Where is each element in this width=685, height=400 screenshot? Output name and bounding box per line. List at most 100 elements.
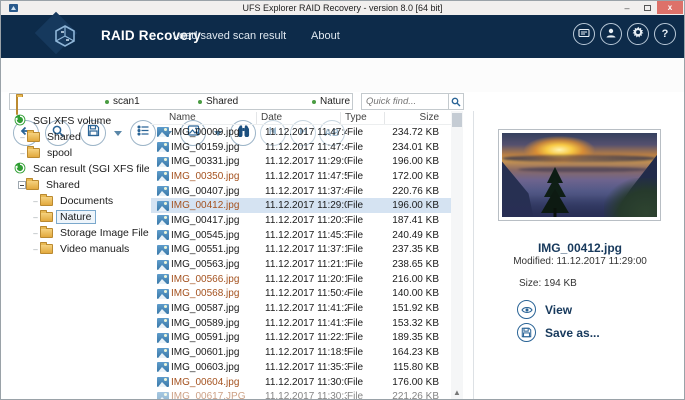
- file-size: 196.00 KB: [391, 200, 449, 211]
- file-row[interactable]: IMG_00551.jpg11.12.2017 11:37:12File237.…: [151, 243, 451, 258]
- image-file-icon: [157, 318, 169, 328]
- expander-icon[interactable]: –: [18, 133, 27, 142]
- tree-item-nature[interactable]: –Nature: [3, 209, 149, 225]
- image-file-icon: [157, 142, 169, 152]
- file-row[interactable]: IMG_00591.jpg11.12.2017 11:22:14File189.…: [151, 331, 451, 346]
- file-row[interactable]: IMG_00603.jpg11.12.2017 11:35:37File115.…: [151, 360, 451, 375]
- file-size: 176.00 KB: [391, 377, 449, 388]
- file-row[interactable]: IMG_00604.jpg11.12.2017 11:30:05File176.…: [151, 375, 451, 390]
- file-row[interactable]: IMG_00412.jpg11.12.2017 11:29:00File196.…: [151, 198, 451, 213]
- preview-modified: Modified: 11.12.2017 11:29:00: [474, 256, 685, 267]
- floppy-icon: [517, 323, 536, 342]
- action-view[interactable]: View: [517, 300, 572, 319]
- quick-find-search-button[interactable]: [449, 93, 464, 110]
- file-size: 189.35 KB: [391, 332, 449, 343]
- tree-item-spool[interactable]: – spool: [3, 145, 149, 161]
- scrollbar-arrow-icon[interactable]: ▲: [451, 388, 463, 397]
- expander-icon[interactable]: –: [18, 149, 27, 158]
- file-size: 234.72 KB: [391, 127, 449, 138]
- file-type: File: [347, 274, 391, 285]
- file-row[interactable]: IMG_00566.jpg11.12.2017 11:20:14File216.…: [151, 272, 451, 287]
- quick-find-input[interactable]: [361, 93, 449, 110]
- file-row[interactable]: IMG_00159.jpg11.12.2017 11:47:49File234.…: [151, 140, 451, 155]
- file-name: IMG_00604.jpg: [171, 377, 263, 388]
- breadcrumb: scan1 Shared Nature: [9, 93, 353, 110]
- maximize-button[interactable]: [637, 1, 657, 14]
- breadcrumb-item-shared[interactable]: Shared: [206, 96, 238, 107]
- file-size: 140.00 KB: [391, 288, 449, 299]
- tree-item-label: Storage Image Files: [56, 226, 149, 240]
- file-row[interactable]: IMG_00568.jpg11.12.2017 11:50:44File140.…: [151, 287, 451, 302]
- folder-icon: [26, 180, 39, 190]
- file-size: 153.32 KB: [391, 318, 449, 329]
- menu-item-load-saved-scan-result[interactable]: Load saved scan result: [173, 30, 286, 42]
- breadcrumb-item-scan1[interactable]: scan1: [113, 96, 140, 107]
- file-row[interactable]: IMG_00617.JPG11.12.2017 11:30:35File221.…: [151, 389, 451, 400]
- expander-icon[interactable]: –: [31, 197, 40, 206]
- tree-item-shared[interactable]: Shared: [3, 177, 149, 193]
- tree-item-video-manuals[interactable]: –Video manuals: [3, 241, 149, 257]
- tree-item-shared[interactable]: –Shared: [3, 129, 149, 145]
- image-file-icon: [157, 215, 169, 225]
- file-row[interactable]: IMG_00407.jpg11.12.2017 11:37:43File220.…: [151, 184, 451, 199]
- file-list-header: Name Date Type Size: [151, 111, 451, 125]
- image-file-icon: [157, 260, 169, 270]
- header-button-user[interactable]: [600, 23, 622, 45]
- tree-item-sgi-xfs-volume[interactable]: SGI XFS volume: [3, 113, 149, 129]
- header-button-license[interactable]: [573, 23, 595, 45]
- scrollbar-thumb[interactable]: [452, 113, 462, 127]
- file-type: File: [347, 391, 391, 400]
- expander-icon[interactable]: –: [31, 245, 40, 254]
- file-name: IMG_00589.jpg: [171, 318, 263, 329]
- tree-item-documents[interactable]: –Documents: [3, 193, 149, 209]
- file-type: File: [347, 303, 391, 314]
- file-row[interactable]: IMG_00009.jpg11.12.2017 11:47:44File234.…: [151, 125, 451, 140]
- tree-item-label: spool: [43, 146, 76, 160]
- file-date: 11.12.2017 11:20:34: [263, 215, 347, 226]
- tree-item-scan-result-sgi-xfs-file-system-3-72-gb[interactable]: Scan result (SGI XFS file system; 3.72 G…: [3, 161, 149, 177]
- breadcrumb-item-nature[interactable]: Nature: [320, 96, 350, 107]
- file-date: 11.12.2017 11:50:44: [263, 288, 347, 299]
- image-file-icon: [157, 230, 169, 240]
- file-date: 11.12.2017 11:22:14: [263, 332, 347, 343]
- close-button[interactable]: x: [657, 1, 683, 14]
- tree-item-label: Shared: [42, 178, 84, 192]
- image-file-icon: [157, 274, 169, 284]
- expander-icon[interactable]: –: [31, 213, 40, 222]
- action-save-as[interactable]: Save as...: [517, 323, 600, 342]
- file-row[interactable]: IMG_00331.jpg11.12.2017 11:29:00File196.…: [151, 154, 451, 169]
- file-type: File: [347, 171, 391, 182]
- tree-item-storage-image-files[interactable]: – Storage Image Files: [3, 225, 149, 241]
- column-type[interactable]: Type: [341, 112, 385, 124]
- file-list: Name Date Type Size IMG_00009.jpg11.12.2…: [151, 111, 451, 400]
- preview-image[interactable]: [502, 133, 657, 217]
- file-row[interactable]: IMG_00350.jpg11.12.2017 11:47:57File172.…: [151, 169, 451, 184]
- column-date[interactable]: Date: [257, 112, 341, 124]
- file-type: File: [347, 230, 391, 241]
- file-row[interactable]: IMG_00601.jpg11.12.2017 11:18:53File164.…: [151, 345, 451, 360]
- file-row[interactable]: IMG_00589.jpg11.12.2017 11:41:30File153.…: [151, 316, 451, 331]
- folder-icon: [40, 228, 53, 238]
- file-size: 196.00 KB: [391, 156, 449, 167]
- file-list-scrollbar[interactable]: ▲: [451, 111, 463, 400]
- header-button-help[interactable]: ?: [654, 23, 676, 45]
- expander-icon[interactable]: –: [31, 229, 40, 238]
- column-name[interactable]: Name: [151, 112, 257, 124]
- file-row[interactable]: IMG_00587.jpg11.12.2017 11:41:26File151.…: [151, 301, 451, 316]
- settings-icon: [632, 26, 645, 42]
- preview-frame: [498, 129, 661, 221]
- collapse-icon[interactable]: [18, 181, 26, 189]
- column-size[interactable]: Size: [385, 112, 443, 124]
- file-size: 238.65 KB: [391, 259, 449, 270]
- breadcrumb-dot: [312, 100, 316, 104]
- file-size: 240.49 KB: [391, 230, 449, 241]
- image-file-icon: [157, 289, 169, 299]
- header-button-settings[interactable]: [627, 23, 649, 45]
- file-date: 11.12.2017 11:30:05: [263, 377, 347, 388]
- file-row[interactable]: IMG_00417.jpg11.12.2017 11:20:34File187.…: [151, 213, 451, 228]
- file-row[interactable]: IMG_00545.jpg11.12.2017 11:45:36File240.…: [151, 228, 451, 243]
- menu-item-about[interactable]: About: [311, 30, 340, 42]
- file-row[interactable]: IMG_00563.jpg11.12.2017 11:21:10File238.…: [151, 257, 451, 272]
- help-icon: ?: [662, 28, 669, 40]
- minimize-button[interactable]: –: [617, 1, 637, 14]
